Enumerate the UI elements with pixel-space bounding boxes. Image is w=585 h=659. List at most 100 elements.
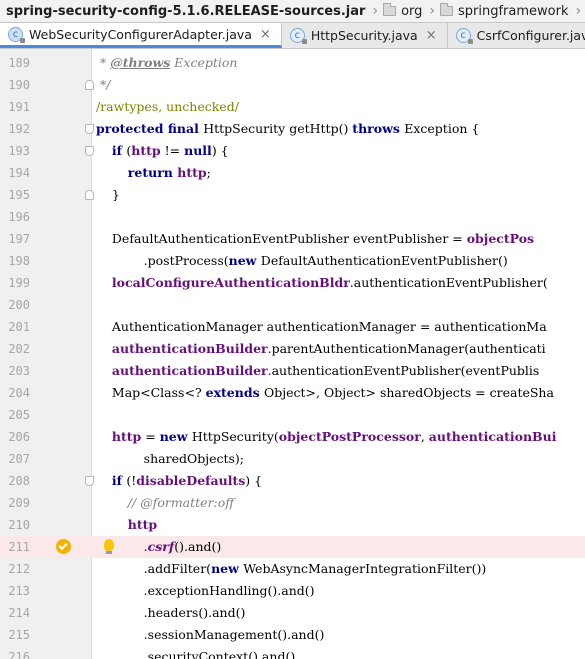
line-number[interactable]: 192 bbox=[0, 118, 30, 140]
line-number[interactable]: 214 bbox=[0, 602, 30, 624]
line-number[interactable]: 193 bbox=[0, 140, 30, 162]
code-text: .headers().and() bbox=[96, 602, 246, 624]
code-token: = bbox=[141, 429, 160, 444]
code-line[interactable]: 216 .securityContext().and() bbox=[0, 646, 585, 659]
code-line[interactable]: 190 */ bbox=[0, 74, 585, 96]
line-number[interactable]: 198 bbox=[0, 250, 30, 272]
code-token: throws bbox=[352, 121, 405, 136]
tab-csrfconfigurer[interactable]: c CsrfConfigurer.java × bbox=[448, 23, 585, 48]
fold-close-icon[interactable] bbox=[85, 190, 94, 200]
fold-open-icon[interactable] bbox=[85, 124, 94, 134]
line-number[interactable]: 200 bbox=[0, 294, 30, 316]
line-number[interactable]: 191 bbox=[0, 96, 30, 118]
line-number[interactable]: 205 bbox=[0, 404, 30, 426]
code-line[interactable]: 207 sharedObjects); bbox=[0, 448, 585, 470]
line-number[interactable]: 215 bbox=[0, 624, 30, 646]
code-line[interactable]: 210 http bbox=[0, 514, 585, 536]
line-number[interactable]: 206 bbox=[0, 426, 30, 448]
code-line[interactable]: 208 if (!disableDefaults) { bbox=[0, 470, 585, 492]
code-token: protected final bbox=[96, 121, 204, 136]
code-line[interactable]: 206 http = new HttpSecurity(objectPostPr… bbox=[0, 426, 585, 448]
code-line[interactable]: 202 authenticationBuilder.parentAuthenti… bbox=[0, 338, 585, 360]
code-line[interactable]: 214 .headers().and() bbox=[0, 602, 585, 624]
line-number[interactable]: 202 bbox=[0, 338, 30, 360]
code-editor[interactable]: 189 * @throws Exception 190 */191/rawtype… bbox=[0, 49, 585, 659]
close-icon[interactable]: × bbox=[426, 28, 437, 43]
code-line[interactable]: 193 if (http != null) { bbox=[0, 140, 585, 162]
code-line[interactable]: 204 Map<Class<? extends Object>, Object>… bbox=[0, 382, 585, 404]
line-number[interactable]: 216 bbox=[0, 646, 30, 659]
code-token: .exceptionHandling().and() bbox=[96, 583, 315, 598]
code-line[interactable]: 212 .addFilter(new WebAsyncManagerIntegr… bbox=[0, 558, 585, 580]
code-line[interactable]: 197 DefaultAuthenticationEventPublisher … bbox=[0, 228, 585, 250]
breadcrumb-item-springframework[interactable]: springframework bbox=[436, 3, 574, 19]
code-token: objectPos bbox=[466, 231, 535, 246]
code-token: Exception { bbox=[404, 121, 480, 136]
line-number[interactable]: 208 bbox=[0, 470, 30, 492]
line-number[interactable]: 199 bbox=[0, 272, 30, 294]
line-number[interactable]: 196 bbox=[0, 206, 30, 228]
line-number[interactable]: 213 bbox=[0, 580, 30, 602]
breakpoint-icon[interactable] bbox=[56, 539, 71, 554]
line-number[interactable]: 210 bbox=[0, 514, 30, 536]
fold-close-icon[interactable] bbox=[85, 80, 94, 90]
code-token: /rawtypes, unchecked/ bbox=[96, 99, 239, 114]
code-text: if (!disableDefaults) { bbox=[96, 470, 262, 492]
code-line[interactable]: 200 bbox=[0, 294, 585, 316]
code-line[interactable]: 205 bbox=[0, 404, 585, 426]
line-number[interactable]: 201 bbox=[0, 316, 30, 338]
code-line[interactable]: 215 .sessionManagement().and() bbox=[0, 624, 585, 646]
close-icon[interactable]: × bbox=[260, 27, 271, 42]
code-line[interactable]: 198 .postProcess(new DefaultAuthenticati… bbox=[0, 250, 585, 272]
fold-open-icon[interactable] bbox=[85, 476, 94, 486]
tab-websecurityconfigureradapter[interactable]: c WebSecurityConfigurerAdapter.java × bbox=[0, 23, 282, 48]
line-number[interactable]: 211 bbox=[0, 536, 30, 558]
code-line[interactable]: 189 * @throws Exception bbox=[0, 52, 585, 74]
code-token: AuthenticationManager authenticationMana… bbox=[96, 319, 547, 334]
code-line[interactable]: 199 localConfigureAuthenticationBldr.aut… bbox=[0, 272, 585, 294]
code-line[interactable]: 211 .csrf().and() bbox=[0, 536, 585, 558]
code-text: authenticationBuilder.parentAuthenticati… bbox=[96, 338, 546, 360]
code-text: /rawtypes, unchecked/ bbox=[96, 96, 239, 118]
fold-open-icon[interactable] bbox=[85, 146, 94, 156]
code-token: * bbox=[96, 55, 111, 70]
breadcrumb-item-jar[interactable]: spring-security-config-5.1.6.RELEASE-sou… bbox=[0, 4, 371, 19]
tab-httpsecurity[interactable]: c HttpSecurity.java × bbox=[282, 23, 448, 48]
code-line[interactable]: 192 protected final HttpSecurity getHttp(… bbox=[0, 118, 585, 140]
line-number[interactable]: 194 bbox=[0, 162, 30, 184]
line-number[interactable]: 195 bbox=[0, 184, 30, 206]
code-token: sharedObjects); bbox=[96, 451, 245, 466]
code-text: if (http != null) { bbox=[96, 140, 229, 162]
code-line[interactable]: 201 AuthenticationManager authentication… bbox=[0, 316, 585, 338]
line-number[interactable]: 209 bbox=[0, 492, 30, 514]
line-number[interactable]: 190 bbox=[0, 74, 30, 96]
code-line[interactable]: 203 authenticationBuilder.authentication… bbox=[0, 360, 585, 382]
line-number[interactable]: 197 bbox=[0, 228, 30, 250]
code-line[interactable]: 195 } bbox=[0, 184, 585, 206]
code-text: * @throws Exception bbox=[96, 52, 237, 74]
code-token: ().and() bbox=[174, 539, 222, 554]
code-line[interactable]: 194 return http; bbox=[0, 162, 585, 184]
breadcrumb-item-org[interactable]: org bbox=[379, 3, 428, 19]
code-token: authenticationBuilder bbox=[111, 341, 268, 356]
code-token: .parentAuthenticationManager(authenticat… bbox=[267, 341, 546, 356]
line-number[interactable]: 204 bbox=[0, 382, 30, 404]
code-text: // @formatter:off bbox=[96, 492, 234, 514]
line-number[interactable]: 207 bbox=[0, 448, 30, 470]
line-number[interactable]: 203 bbox=[0, 360, 30, 382]
code-text: authenticationBuilder.authenticationEven… bbox=[96, 360, 539, 382]
code-token: http bbox=[111, 429, 142, 444]
code-token: .headers().and() bbox=[96, 605, 246, 620]
code-line[interactable]: 191/rawtypes, unchecked/ bbox=[0, 96, 585, 118]
code-line[interactable]: 196 bbox=[0, 206, 585, 228]
line-number[interactable]: 189 bbox=[0, 52, 30, 74]
code-text: .securityContext().and() bbox=[96, 646, 296, 659]
code-line[interactable]: 209 // @formatter:off bbox=[0, 492, 585, 514]
tab-label: CsrfConfigurer.java bbox=[476, 28, 585, 43]
code-line[interactable]: 213 .exceptionHandling().and() bbox=[0, 580, 585, 602]
line-number[interactable]: 212 bbox=[0, 558, 30, 580]
